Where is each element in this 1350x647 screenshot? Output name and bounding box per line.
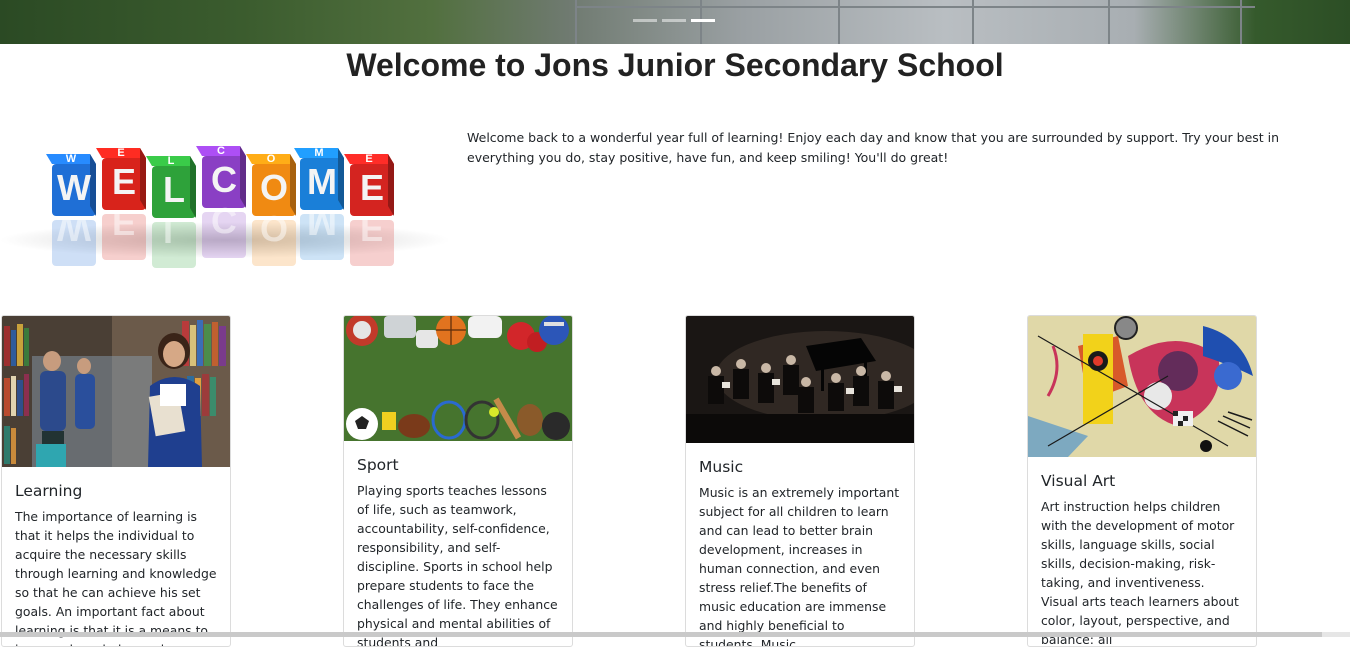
scrollbar-thumb[interactable] <box>0 632 1322 637</box>
letter-block: MMM <box>294 147 344 260</box>
letter-block: OOO <box>246 153 296 266</box>
letter-block-top-glyph: L <box>168 155 175 167</box>
card-title: Sport <box>357 456 399 474</box>
carousel-indicator-1[interactable] <box>633 19 657 22</box>
card-sport: Sport Playing sports teaches lessons of … <box>343 315 573 647</box>
letter-block-reflection: W <box>57 208 91 249</box>
learning-image <box>2 316 230 467</box>
letter-block-glyph: E <box>360 167 384 208</box>
welcome-blocks-image: WWWEEELLLCCCOOOMMMEEE <box>0 145 450 268</box>
letter-block-reflection: E <box>360 208 384 249</box>
visual-art-image <box>1028 316 1256 457</box>
card-title: Learning <box>15 482 83 500</box>
card-learning: Learning The importance of learning is t… <box>1 315 231 647</box>
letter-block-top-glyph: E <box>365 153 372 165</box>
letter-block-reflection: M <box>307 202 337 243</box>
carousel-indicators <box>633 19 715 22</box>
card-text: Art instruction helps children with the … <box>1041 499 1239 647</box>
letter-block: CCC <box>196 145 246 258</box>
letter-block-glyph: L <box>163 169 185 210</box>
hero-carousel[interactable] <box>0 0 1350 44</box>
card-visual-art: Visual Art Art instruction helps childre… <box>1027 315 1257 647</box>
card-title: Music <box>699 458 744 476</box>
music-image <box>686 316 914 443</box>
letter-block-glyph: O <box>260 167 288 208</box>
letter-block: EEE <box>96 147 146 260</box>
pavement-line <box>575 6 1255 8</box>
carousel-indicator-3[interactable] <box>691 19 715 22</box>
sport-image <box>344 316 572 441</box>
letter-block: WWW <box>46 153 96 266</box>
card-text: Music is an extremely important subject … <box>699 485 900 647</box>
letter-block-glyph: M <box>307 161 337 202</box>
letter-block-reflection: O <box>260 208 288 249</box>
letter-block-top-glyph: O <box>267 153 276 165</box>
letter-block: EEE <box>344 153 394 266</box>
letter-block-glyph: W <box>57 167 91 208</box>
card-music: Music Music is an extremely important su… <box>685 315 915 647</box>
letter-block-reflection: L <box>163 210 185 251</box>
letter-block-top-glyph: C <box>217 145 225 157</box>
letter-block-top-glyph: W <box>66 153 77 165</box>
intro-text: Welcome back to a wonderful year full of… <box>467 130 1280 165</box>
letter-block-glyph: E <box>112 161 136 202</box>
letter-block-top-glyph: E <box>117 147 124 159</box>
letter-block-glyph: C <box>211 159 237 200</box>
card-text: Playing sports teaches lessons of life, … <box>357 483 558 647</box>
carousel-indicator-2[interactable] <box>662 19 686 22</box>
letter-block-top-glyph: M <box>314 147 323 159</box>
horizontal-scrollbar[interactable] <box>0 632 1350 637</box>
card-text: The importance of learning is that it he… <box>15 509 217 646</box>
page-title: Welcome to Jons Junior Secondary School <box>346 47 1004 83</box>
letter-block-reflection: E <box>112 202 136 243</box>
letter-block-reflection: C <box>211 200 237 241</box>
letter-block: LLL <box>146 155 196 268</box>
card-title: Visual Art <box>1041 472 1116 490</box>
